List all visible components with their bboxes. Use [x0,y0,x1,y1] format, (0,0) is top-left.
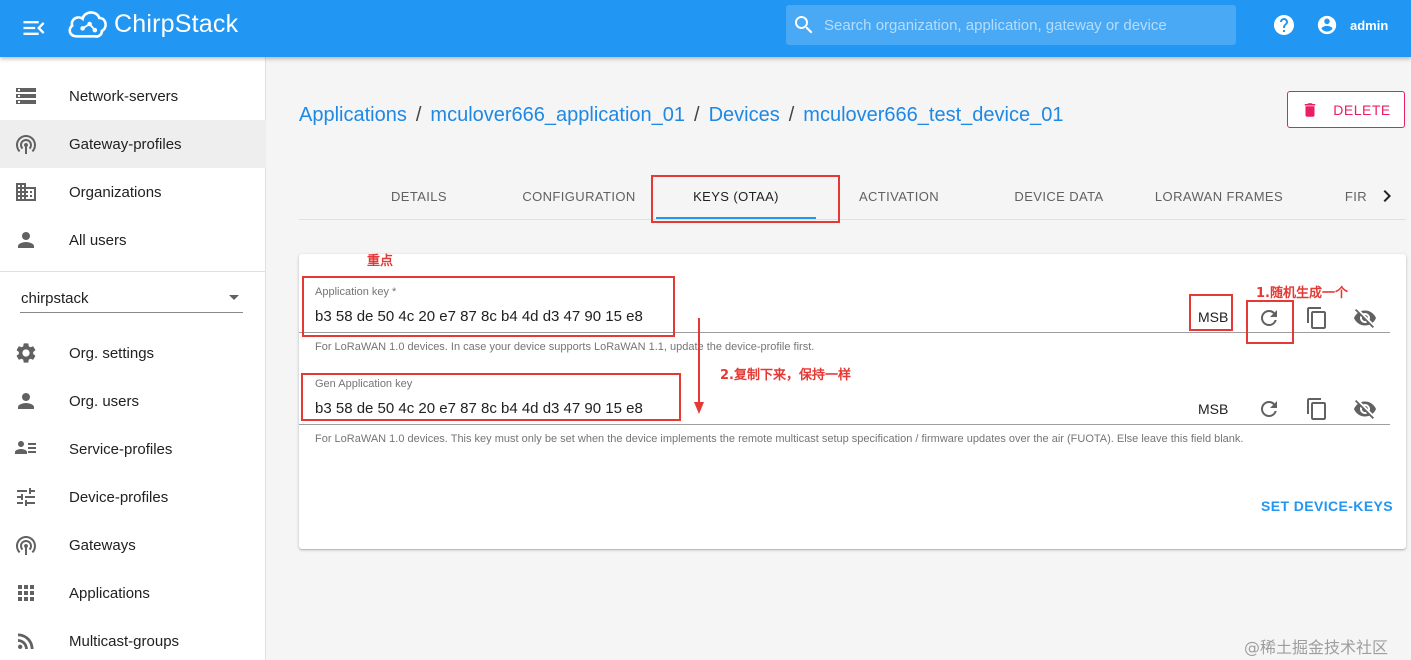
user-menu[interactable]: admin [1316,12,1388,38]
delete-device-button[interactable]: DELETE [1287,91,1405,128]
tab-activation[interactable]: ACTIVATION [839,172,959,220]
annotation-box-gen-app-key [301,373,681,421]
tab-configuration[interactable]: CONFIGURATION [514,172,644,220]
sidebar-item-label: Organizations [69,183,162,201]
annotation-box-msb [1189,294,1233,331]
device-tabs: DETAILS CONFIGURATION KEYS (OTAA) ACTIVA… [299,172,1406,220]
copy-icon[interactable] [1305,306,1329,330]
sidebar-item-all-users[interactable]: All users [0,216,266,264]
visibility-off-icon[interactable] [1353,397,1377,421]
annotation-box-refresh [1246,300,1294,344]
refresh-icon[interactable] [1257,397,1281,421]
gen-app-key-byte-order-toggle[interactable]: MSB [1198,401,1228,417]
copy-icon[interactable] [1305,397,1329,421]
account-circle-icon [1317,15,1337,35]
breadcrumb-applications-link[interactable]: Applications [299,104,407,126]
tab-lorawan-frames[interactable]: LORAWAN FRAMES [1149,172,1289,220]
sidebar-item-org-settings[interactable]: Org. settings [0,329,266,377]
sidebar-item-label: Gateway-profiles [69,135,182,153]
gear-icon [16,343,36,363]
breadcrumb-application-link[interactable]: mculover666_application_01 [430,104,685,126]
sidebar-item-network-servers[interactable]: Network-servers [0,72,266,120]
rss-icon [18,633,34,649]
gen-app-key-underline [299,424,1390,425]
search-input[interactable] [824,16,1224,34]
sidebar-item-applications[interactable]: Applications [0,569,266,617]
cloud-logo-icon [68,11,107,38]
breadcrumb: Applications / mculover666_application_01 /… [299,104,1063,127]
gateway-profile-icon [16,135,37,154]
gateway-icon [16,536,37,555]
annotation-step2: 2.复制下来，保持一样 [720,368,851,383]
watermark: @稀土掘金技术社区 [1244,638,1389,657]
sidebar-item-multicast-groups[interactable]: Multicast-groups [0,617,266,660]
annotation-arrow-head [694,402,704,414]
sidebar-item-org-users[interactable]: Org. users [0,377,266,425]
organization-select[interactable]: chirpstack [20,285,243,313]
search-icon [795,16,813,34]
sidebar-item-organizations[interactable]: Organizations [0,168,266,216]
breadcrumb-separator: / [788,104,795,126]
tune-icon [17,488,35,506]
breadcrumb-separator: / [694,104,700,126]
chevron-down-icon [229,295,239,300]
sidebar-item-label: All users [69,231,127,249]
gen-app-key-helper-text: For LoRaWAN 1.0 devices. This key must o… [315,433,1244,445]
tab-device-data[interactable]: DEVICE DATA [999,172,1119,220]
visibility-off-icon[interactable] [1353,306,1377,330]
chevron-right-icon[interactable] [1375,184,1399,208]
annotation-box-app-key [302,276,675,337]
tab-firmware[interactable]: FIR [1339,172,1373,220]
annotation-arrow-line [698,318,700,406]
global-search[interactable] [786,5,1236,45]
username: admin [1350,17,1389,33]
sidebar-item-label: Service-profiles [69,440,173,458]
sidebar-item-gateways[interactable]: Gateways [0,521,266,569]
service-profile-icon [15,441,36,454]
delete-button-label: DELETE [1333,101,1391,118]
user-icon [18,232,34,248]
top-app-bar: ChirpStack admin [0,0,1411,57]
breadcrumb-devices-link[interactable]: Devices [709,104,780,126]
sidebar-item-device-profiles[interactable]: Device-profiles [0,473,266,521]
tab-details[interactable]: DETAILS [369,172,469,220]
sidebar-item-label: Gateways [69,536,136,554]
sidebar-item-label: Org. settings [69,344,155,362]
set-device-keys-button[interactable]: SET DEVICE-KEYS [1261,498,1393,514]
breadcrumb-separator: / [415,104,422,126]
chirpstack-logo[interactable]: ChirpStack [66,6,238,42]
sidebar-item-service-profiles[interactable]: Service-profiles [0,425,266,473]
sidebar: Network-servers Gateway-profiles Organiz… [0,57,266,660]
domain-icon [16,183,36,201]
organization-select-value: chirpstack [21,290,89,307]
sidebar-item-label: Org. users [69,392,140,410]
sidebar-item-gateway-profiles[interactable]: Gateway-profiles [0,120,266,168]
user-icon [18,393,34,409]
sidebar-item-label: Device-profiles [69,488,169,506]
help-icon[interactable] [1272,13,1296,37]
sidebar-item-label: Network-servers [69,87,179,105]
sidebar-item-label: Multicast-groups [69,632,180,650]
trash-icon [1305,102,1316,117]
collapse-menu-icon[interactable] [20,14,48,42]
sidebar-divider [0,271,266,272]
apps-icon [18,585,34,601]
brand-name: ChirpStack [114,9,239,38]
breadcrumb-device-link[interactable]: mculover666_test_device_01 [803,104,1063,126]
app-key-helper-text: For LoRaWAN 1.0 devices. In case your de… [315,341,815,353]
annotation-box-keys-tab [651,175,840,223]
annotation-step1: 1.随机生成一个 [1256,286,1348,301]
sidebar-item-label: Applications [69,584,150,602]
server-icon [16,88,36,104]
annotation-important: 重点 [367,254,394,269]
